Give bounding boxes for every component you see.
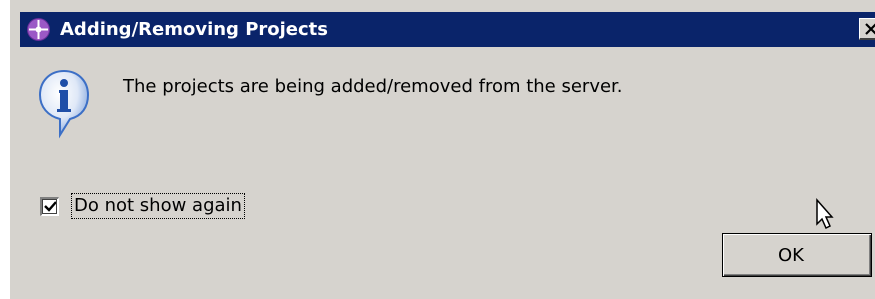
eclipse-server-icon	[27, 18, 50, 41]
mouse-pointer-icon	[816, 198, 834, 230]
ok-button-label: OK	[778, 244, 804, 266]
ok-button[interactable]: OK	[722, 233, 872, 277]
do-not-show-again-row[interactable]: Do not show again	[40, 192, 245, 220]
info-icon	[38, 69, 90, 139]
do-not-show-again-checkbox[interactable]	[40, 196, 59, 216]
dialog-window: Adding/Removing Projects The projects ar…	[0, 0, 875, 299]
do-not-show-again-label[interactable]: Do not show again	[71, 193, 245, 219]
title-bar[interactable]: Adding/Removing Projects	[20, 12, 875, 47]
message-text: The projects are being added/removed fro…	[123, 76, 623, 97]
window-title: Adding/Removing Projects	[60, 19, 329, 40]
dialog-body: The projects are being added/removed fro…	[20, 47, 875, 299]
close-button[interactable]	[859, 18, 875, 40]
close-icon	[864, 22, 875, 35]
checkmark-icon	[43, 201, 57, 212]
